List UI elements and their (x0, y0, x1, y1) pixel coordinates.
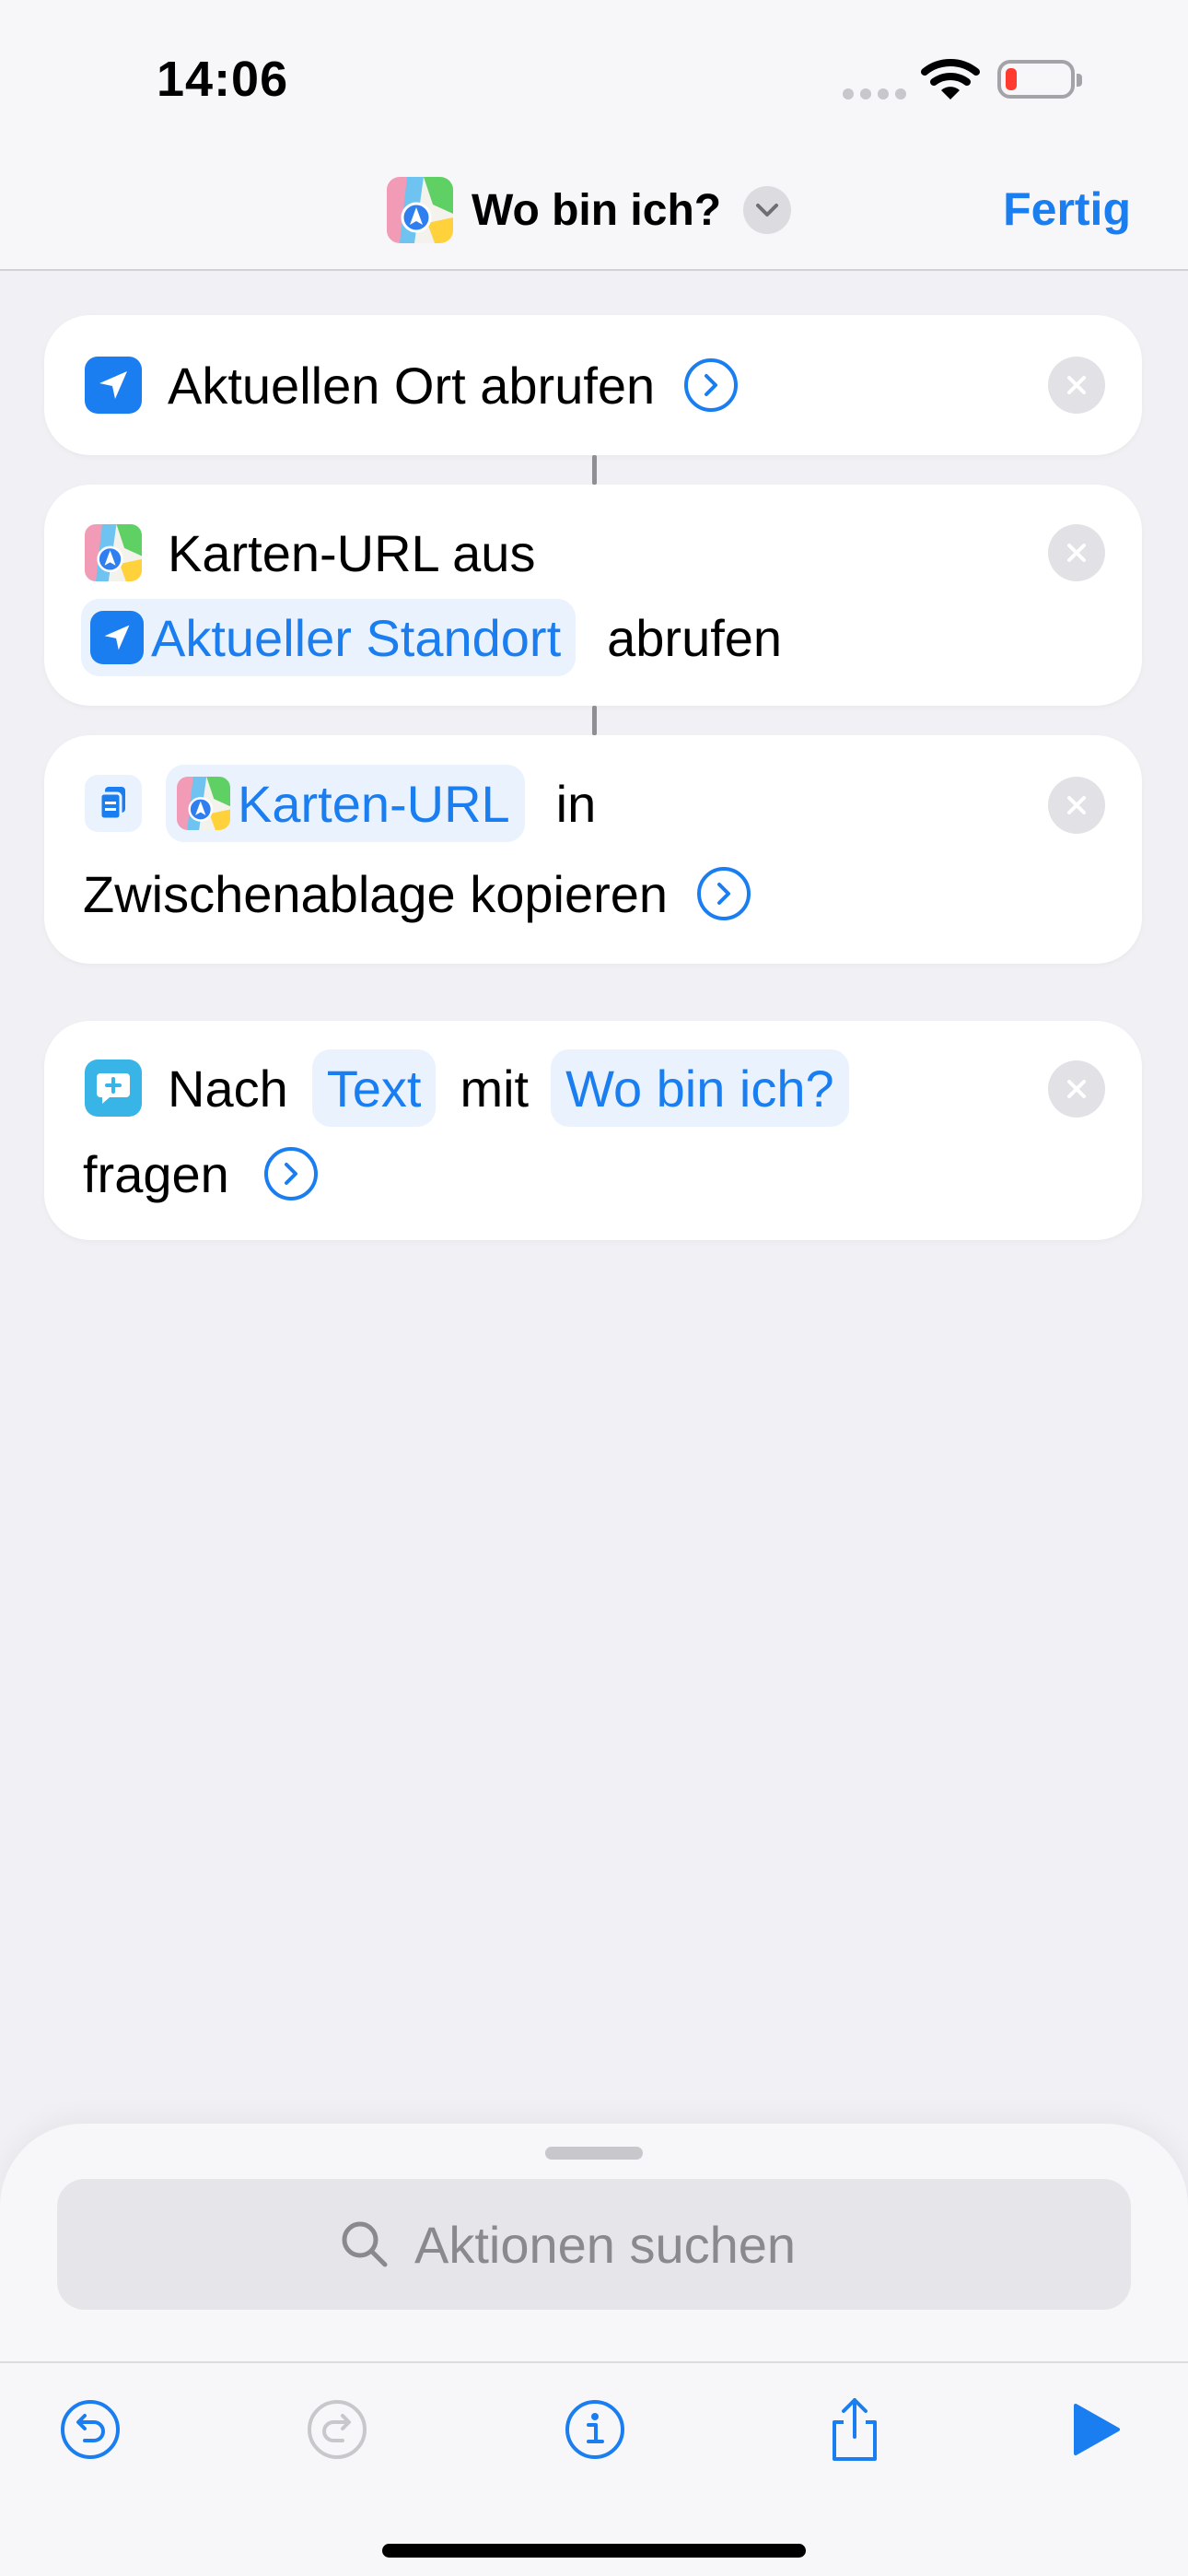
remove-action-button[interactable] (1048, 777, 1105, 834)
maps-app-icon (85, 524, 142, 581)
parameter-token-text[interactable]: Text (311, 1049, 437, 1127)
parameter-token-prompt[interactable]: Wo bin ich? (551, 1049, 849, 1127)
redo-icon (308, 2400, 367, 2459)
share-button[interactable] (818, 2393, 891, 2466)
variable-token-current-location[interactable]: Aktueller Standort (81, 599, 577, 676)
redo-button[interactable] (300, 2393, 374, 2466)
share-icon (833, 2398, 877, 2461)
undo-icon (61, 2400, 120, 2459)
location-arrow-icon (85, 357, 142, 414)
sheet-grabber[interactable] (545, 2147, 643, 2160)
maps-app-icon (387, 177, 453, 243)
remove-action-button[interactable] (1048, 1060, 1105, 1118)
action-text: fragen (83, 1144, 229, 1203)
run-button[interactable] (1059, 2393, 1133, 2466)
close-icon (1067, 376, 1086, 394)
maps-app-icon (177, 777, 230, 830)
status-time: 14:06 (157, 52, 289, 107)
action-card-get-maps-url[interactable]: Karten-URL aus Aktueller Standort abrufe… (44, 485, 1142, 706)
expand-arrow-icon[interactable] (697, 867, 751, 920)
undo-button[interactable] (53, 2393, 127, 2466)
close-icon (1067, 1080, 1086, 1098)
chevron-down-icon (743, 186, 792, 234)
action-text: Zwischenablage kopieren (83, 864, 669, 923)
shortcut-title: Wo bin ich? (472, 185, 722, 235)
close-icon (1067, 544, 1086, 562)
expand-arrow-icon[interactable] (263, 1147, 318, 1200)
remove-action-button[interactable] (1048, 524, 1105, 581)
action-text: in (555, 774, 597, 833)
action-text: Karten-URL aus (168, 523, 536, 582)
action-card-ask-for-input[interactable]: Nach Text mit Wo bin ich? fragen (44, 1021, 1142, 1240)
cellular-signal-icon (843, 88, 906, 100)
remove-action-button[interactable] (1048, 357, 1105, 414)
action-search-sheet (0, 2124, 1188, 2576)
status-bar: 14:06 (0, 0, 1188, 157)
toolbar-divider (0, 2361, 1188, 2363)
search-icon (342, 2221, 388, 2267)
action-text: mit (460, 1059, 530, 1118)
wifi-icon (921, 59, 980, 100)
home-indicator (382, 2544, 806, 2558)
variable-token-maps-url[interactable]: Karten-URL (166, 765, 525, 842)
action-card-get-location[interactable]: Aktuellen Ort abrufen (44, 315, 1142, 455)
info-icon (565, 2400, 624, 2459)
action-connector (592, 706, 597, 735)
action-connector (592, 455, 597, 485)
info-button[interactable] (558, 2393, 632, 2466)
action-text: abrufen (607, 608, 783, 667)
search-bar[interactable] (57, 2179, 1131, 2310)
ask-message-icon (85, 1060, 142, 1117)
action-text: Aktuellen Ort abrufen (168, 356, 656, 415)
search-input[interactable] (413, 2213, 849, 2276)
action-card-copy-to-clipboard[interactable]: Karten-URL in Zwischenablage kopieren (44, 735, 1142, 964)
expand-arrow-icon[interactable] (684, 358, 739, 412)
location-arrow-icon (90, 611, 144, 664)
play-icon (1074, 2404, 1120, 2455)
action-text: Nach (168, 1059, 288, 1118)
shortcut-title-menu[interactable]: Wo bin ich? (387, 173, 792, 247)
battery-icon (997, 60, 1082, 99)
close-icon (1067, 796, 1086, 814)
variable-token-label: Aktueller Standort (151, 608, 562, 667)
clipboard-icon (85, 775, 142, 832)
nav-bar: Wo bin ich? Fertig (0, 157, 1188, 271)
variable-token-label: Karten-URL (238, 774, 510, 833)
done-button[interactable]: Fertig (1003, 182, 1131, 236)
